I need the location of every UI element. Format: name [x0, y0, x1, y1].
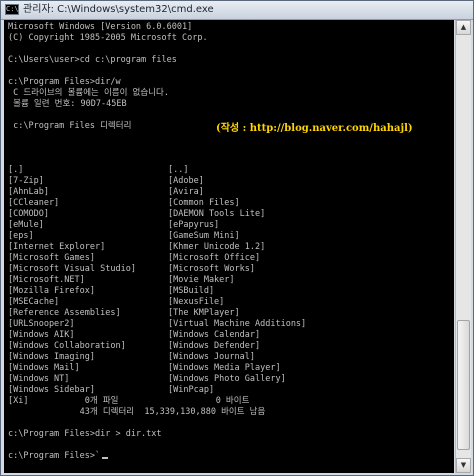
window-title: 관리자: C:\Windows\system32\cmd.exe	[23, 4, 214, 15]
listing-entry-right: [Microsoft Office]	[168, 253, 261, 263]
blog-annotation: (작성 : http://blog.naver.com/hahajl)	[216, 123, 413, 134]
listing-entry-left: [Windows Mail]	[8, 363, 80, 373]
listing-entry-right: [Windows Media Player]	[168, 363, 281, 373]
listing-entry-right: [Avira]	[168, 187, 204, 197]
listing-entry-right: [Adobe]	[168, 176, 204, 186]
listing-entry-right: [WinPcap]	[168, 385, 215, 395]
console-version-line: Microsoft Windows [Version 6.0.6001]	[8, 22, 193, 32]
title-bar[interactable]: C:\ 관리자: C:\Windows\system32\cmd.exe	[1, 1, 473, 20]
console-volume-label: C 드라이브의 볼륨에는 이름이 없습니다.	[8, 88, 169, 98]
listing-entry-left: [Microsoft Games]	[8, 253, 95, 263]
listing-entry-left: [Reference Assemblies]	[8, 308, 121, 318]
prompt-text: c:\Program Files>`	[8, 451, 101, 461]
console-command-redirect: c:\Program Files>dir > dir.txt	[8, 429, 162, 439]
listing-entry-right: [NexusFile]	[168, 297, 225, 307]
listing-entry-right: [MSBuild]	[168, 286, 215, 296]
listing-entry-left: [Windows Imaging]	[8, 352, 95, 362]
listing-entry-left: [Windows Collaboration]	[8, 341, 126, 351]
listing-entry-left: [Microsoft.NET]	[8, 275, 85, 285]
listing-entry-right: [Virtual Machine Additions]	[168, 319, 307, 329]
console-file-count: 0개 파일 0 바이트	[8, 396, 250, 406]
listing-entry-right: [Movie Maker]	[168, 275, 235, 285]
listing-entry-left: [CCleaner]	[8, 198, 60, 208]
listing-entry-left: [AhnLab]	[8, 187, 49, 197]
listing-entry-right: [Windows Defender]	[168, 341, 261, 351]
listing-entry-left: [MSECache]	[8, 297, 60, 307]
listing-entry-left: [Mozilla Firefox]	[8, 286, 95, 296]
scroll-thumb[interactable]	[457, 320, 470, 450]
console-prompt[interactable]: c:\Program Files>`	[8, 451, 109, 462]
listing-entry-left: [Windows Sidebar]	[8, 385, 95, 395]
console-command-dir: c:\Program Files>dir/w	[8, 77, 121, 87]
vertical-scrollbar[interactable]: ▲ ▼	[455, 20, 471, 473]
listing-entry-right: [The KMPlayer]	[168, 308, 240, 318]
console-volume-serial: 볼륨 일련 번호: 90D7-45EB	[8, 99, 127, 109]
listing-entry-left: [Windows NT]	[8, 374, 70, 384]
scroll-up-button[interactable]: ▲	[456, 20, 471, 35]
listing-entry-right: [Windows Photo Gallery]	[168, 374, 286, 384]
console-directory-of: c:\Program Files 디렉터리	[8, 121, 132, 131]
console-copyright-line: (C) Copyright 1985-2005 Microsoft Corp.	[8, 33, 208, 43]
listing-entry-left: [.]	[8, 165, 24, 175]
listing-entry-right: [Common Files]	[168, 198, 240, 208]
listing-entry-left: [eps]	[8, 231, 34, 241]
console-command-cd: C:\Users\user>cd c:\program files	[8, 55, 177, 65]
listing-entry-left: [Windows AIK]	[8, 330, 75, 340]
listing-entry-left: [URLSnooper2]	[8, 319, 75, 329]
listing-entry-left: [COMODO]	[8, 209, 49, 219]
console-output[interactable]: Microsoft Windows [Version 6.0.6001] (C)…	[4, 20, 454, 473]
listing-entry-left: [7-Zip]	[8, 176, 44, 186]
listing-entry-right: [ePapyrus]	[168, 220, 220, 230]
listing-entry-right: [Windows Calendar]	[168, 330, 261, 340]
listing-entry-right: [DAEMON Tools Lite]	[168, 209, 266, 219]
cmd-icon[interactable]: C:\	[5, 4, 19, 15]
listing-entry-left: [eMule]	[8, 220, 44, 230]
listing-entry-left: [Internet Explorer]	[8, 242, 106, 252]
cmd-window: C:\ 관리자: C:\Windows\system32\cmd.exe Mic…	[0, 0, 474, 476]
scroll-down-button[interactable]: ▼	[456, 458, 471, 473]
listing-entry-right: [..]	[168, 165, 189, 175]
text-cursor	[102, 457, 109, 459]
console-dir-count: 43개 디렉터리 15,339,130,880 바이트 남음	[8, 407, 266, 417]
listing-entry-right: [GameSum Mini]	[168, 231, 240, 241]
listing-entry-left: [Microsoft Visual Studio]	[8, 264, 136, 274]
listing-entry-right: [Khmer Unicode 1.2]	[168, 242, 266, 252]
listing-entry-right: [Microsoft Works]	[168, 264, 255, 274]
listing-entry-right: [Windows Journal]	[168, 352, 255, 362]
